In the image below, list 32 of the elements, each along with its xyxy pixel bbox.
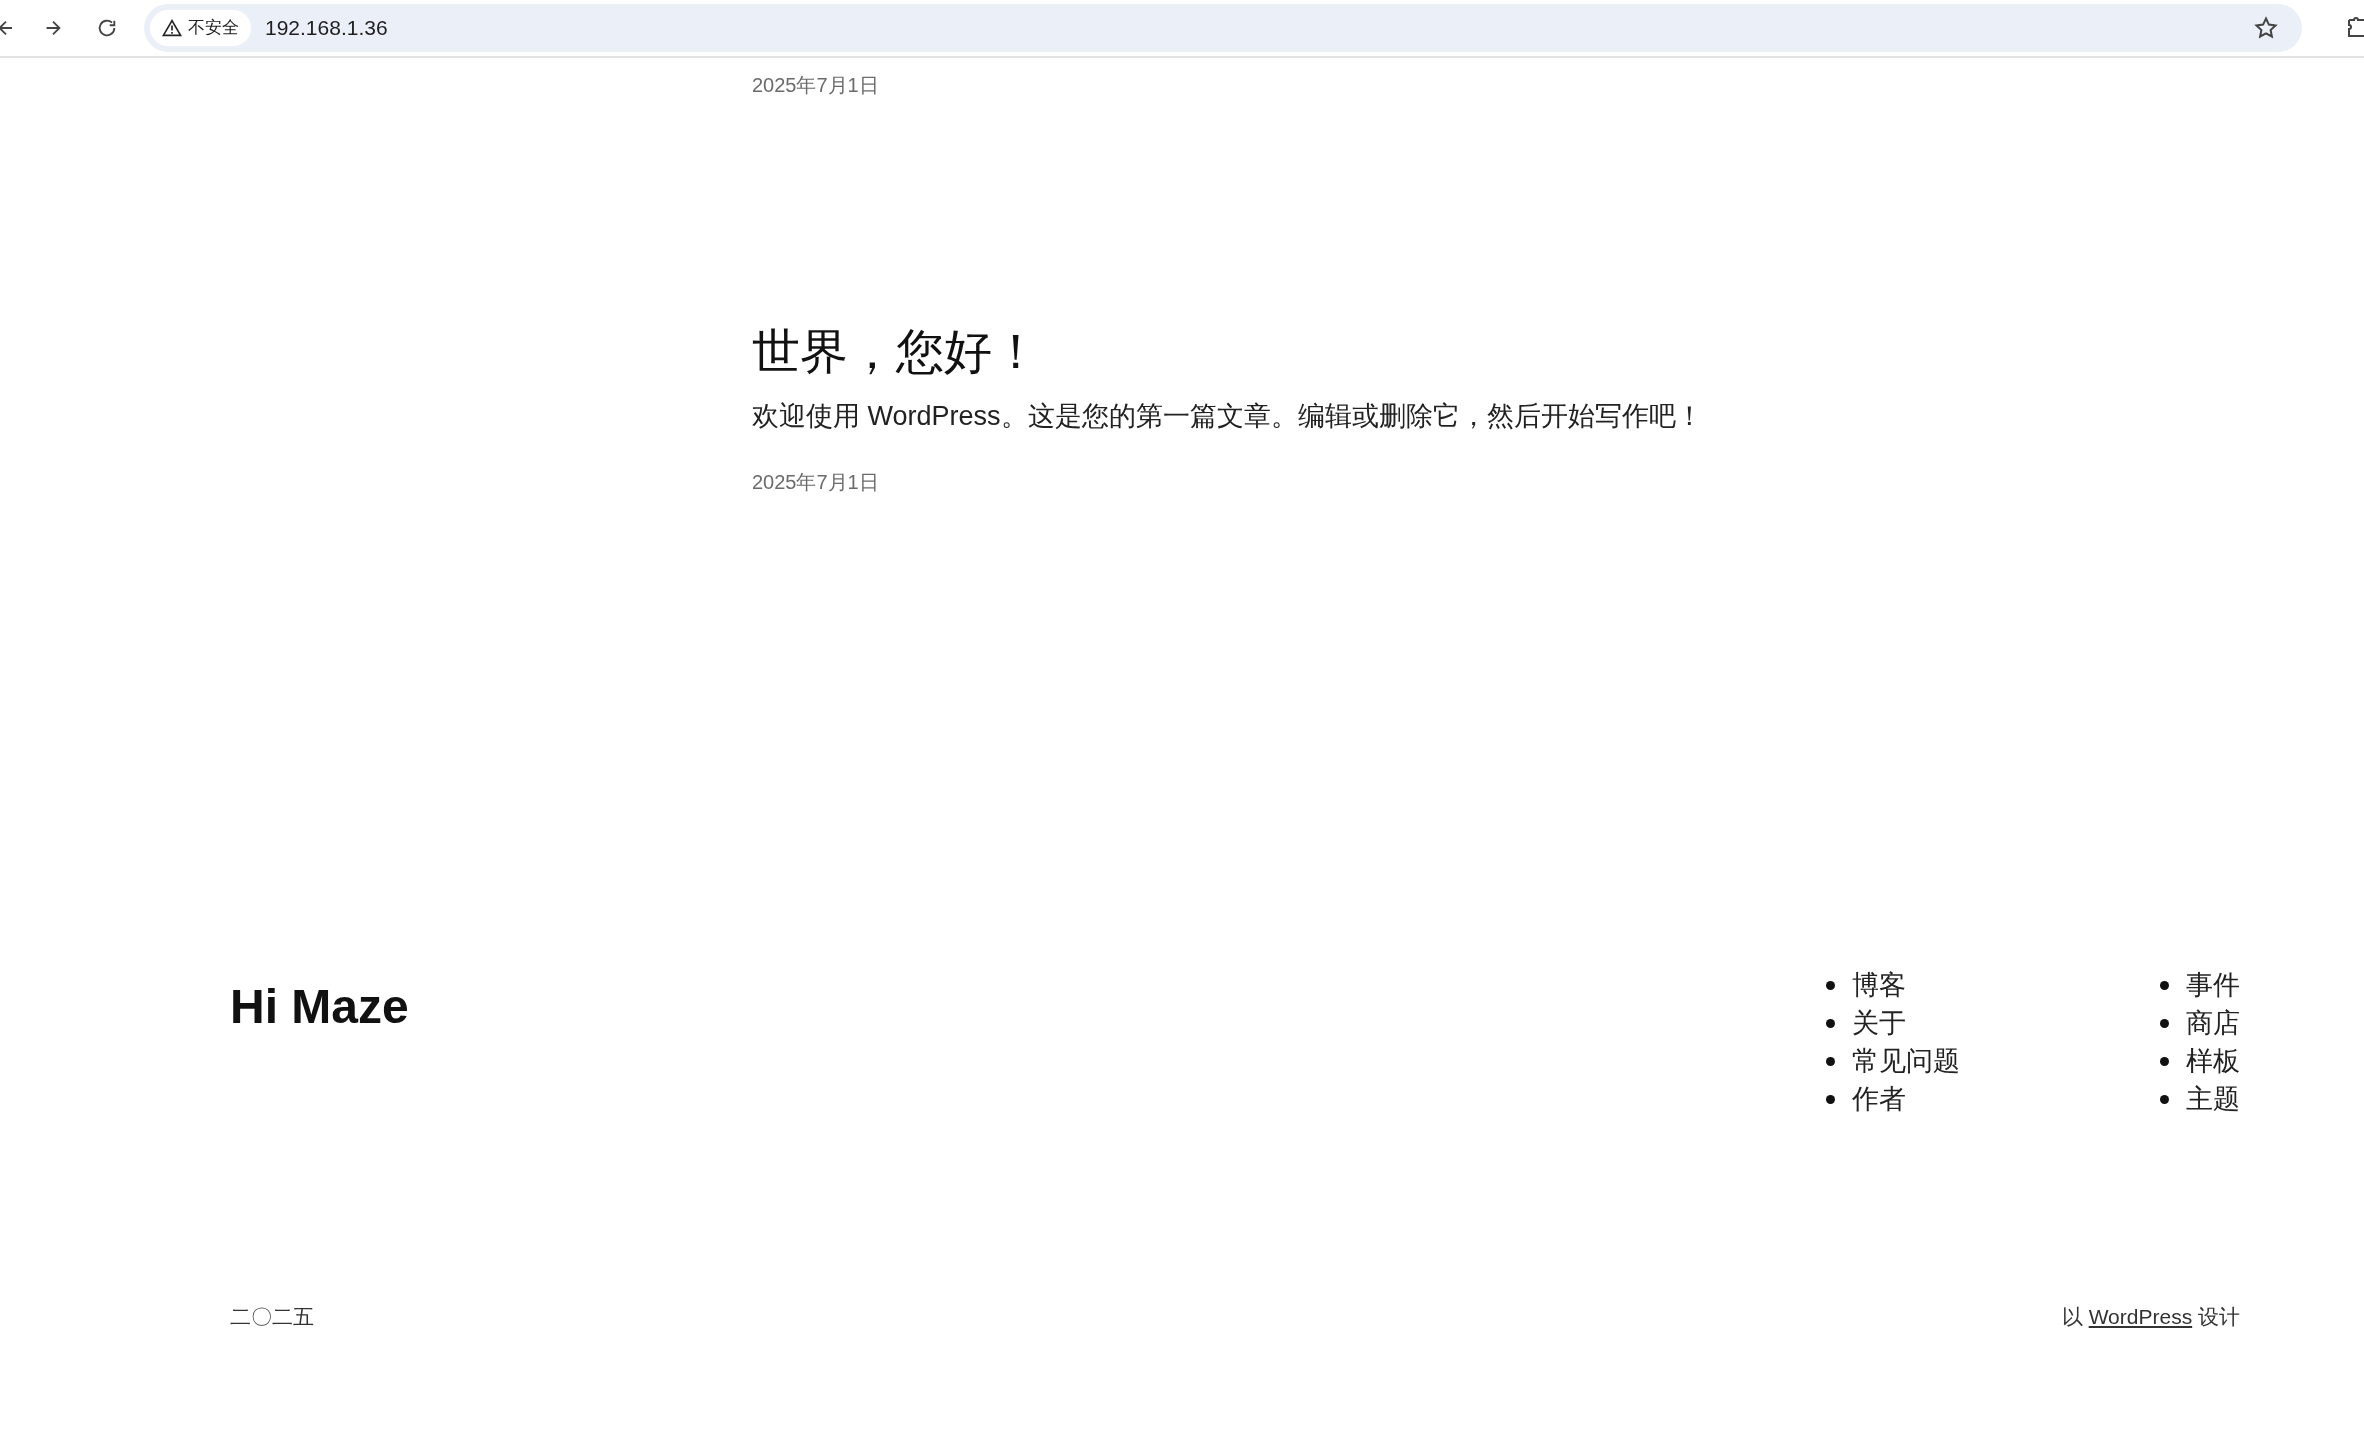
nav-link[interactable]: 事件 [2186,965,2240,1006]
address-bar[interactable]: 不安全 192.168.1.36 [144,4,2302,52]
nav-link[interactable]: 商店 [2186,1003,2240,1044]
bullet-icon [1826,981,1835,990]
security-label: 不安全 [188,17,239,40]
copyright-year: 二〇二五 [230,1303,314,1330]
post-date: 2025年7月1日 [752,469,880,495]
bullet-icon [2160,1095,2169,1104]
url-text: 192.168.1.36 [265,15,388,42]
nav-link[interactable]: 主题 [2186,1079,2240,1120]
bullet-icon [1826,1019,1835,1028]
nav-link[interactable]: 作者 [1852,1079,1906,1120]
bullet-icon [2160,1019,2169,1028]
reload-icon[interactable] [96,17,118,39]
security-chip[interactable]: 不安全 [150,10,251,46]
bullet-icon [1826,1095,1835,1104]
bullet-icon [1826,1057,1835,1066]
bullet-icon [2160,981,2169,990]
puzzle-piece-icon[interactable] [2348,16,2364,40]
nav-link[interactable]: 常见问题 [1852,1041,1960,1082]
site-title[interactable]: Hi Maze [230,970,409,1043]
star-icon[interactable] [2254,16,2278,40]
bullet-icon [2160,1057,2169,1066]
post-date: 2025年7月1日 [752,73,880,98]
wordpress-link[interactable]: WordPress [2088,1304,2193,1328]
post-title[interactable]: 世界，您好！ [752,322,2364,382]
nav-link[interactable]: 样板 [2186,1041,2240,1082]
nav-link[interactable]: 关于 [1852,1003,1906,1044]
warning-icon [162,19,182,37]
credit-text: 以 WordPress 设计 [2061,1303,2240,1330]
nav-link[interactable]: 博客 [1852,965,1906,1006]
post-excerpt: 欢迎使用 WordPress。这是您的第一篇文章。编辑或删除它，然后开始写作吧！ [752,400,1704,433]
